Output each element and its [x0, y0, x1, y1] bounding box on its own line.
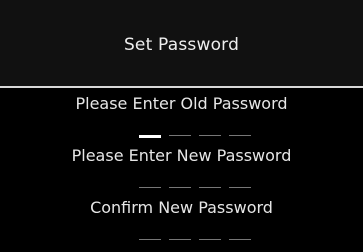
confirm-password-digit-slot[interactable] — [229, 239, 251, 240]
old-password-digit-slot[interactable] — [229, 135, 251, 136]
confirm-password-digit-slot[interactable] — [199, 239, 221, 240]
new-password-label: Please Enter New Password — [71, 146, 292, 165]
confirm-password-digit-slot[interactable] — [139, 239, 161, 240]
old-password-digit-slot[interactable] — [169, 135, 191, 136]
set-password-screen: Set Password Please Enter Old Password P… — [0, 0, 363, 252]
new-password-digit-slot[interactable] — [199, 187, 221, 188]
header-divider — [0, 86, 363, 88]
new-password-digit-slot[interactable] — [169, 187, 191, 188]
confirm-password-label: Confirm New Password — [90, 198, 273, 217]
new-password-pin-field[interactable] — [139, 187, 251, 191]
new-password-digit-slot[interactable] — [139, 187, 161, 188]
new-password-digit-slot[interactable] — [229, 187, 251, 188]
confirm-password-digit-slot[interactable] — [169, 239, 191, 240]
old-password-digit-slot[interactable] — [139, 135, 161, 138]
page-title: Set Password — [123, 35, 240, 55]
old-password-pin-field[interactable] — [139, 135, 251, 139]
header-bar: Set Password — [0, 0, 363, 86]
confirm-password-pin-field[interactable] — [139, 239, 251, 243]
old-password-digit-slot[interactable] — [199, 135, 221, 136]
old-password-label: Please Enter Old Password — [75, 94, 288, 113]
